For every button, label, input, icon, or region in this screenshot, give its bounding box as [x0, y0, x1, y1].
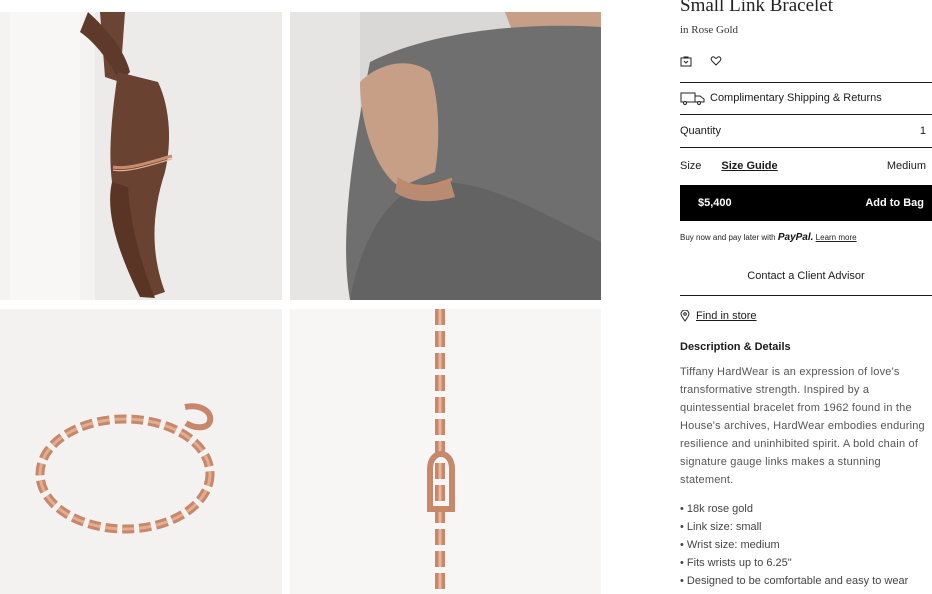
quantity-value[interactable]: 1 — [920, 125, 926, 137]
description-text: Tiffany HardWear is an expression of lov… — [680, 366, 925, 486]
list-item: • Designed to be comfortable and easy to… — [680, 575, 909, 587]
list-item: • Link size: small — [680, 521, 762, 533]
product-photo-4[interactable] — [290, 309, 601, 594]
heart-icon[interactable] — [710, 55, 722, 67]
product-title: Small Link Bracelet — [680, 0, 834, 16]
quantity-label: Quantity — [680, 125, 721, 137]
shipping-row[interactable]: Complimentary Shipping & Returns — [680, 90, 932, 106]
add-to-bag-button[interactable]: $5,400 Add to Bag — [680, 185, 932, 221]
product-photo-3[interactable] — [0, 309, 282, 594]
product-photo-1[interactable] — [0, 12, 282, 300]
product-panel: Small Link Bracelet in Rose Gold Complim… — [680, 0, 932, 594]
list-item: • Wrist size: medium — [680, 539, 780, 551]
details-list: • 18k rose gold • Link size: small • Wri… — [680, 500, 932, 590]
product-actions — [680, 55, 722, 67]
price: $5,400 — [698, 197, 732, 209]
shipping-label: Complimentary Shipping & Returns — [710, 92, 882, 104]
add-to-bag-label: Add to Bag — [865, 197, 924, 209]
quantity-row[interactable]: Quantity 1 — [680, 123, 932, 139]
product-material: in Rose Gold — [680, 24, 739, 36]
size-row: Size Size Guide Medium — [680, 158, 932, 174]
contact-advisor-button[interactable]: Contact a Client Advisor — [680, 270, 932, 282]
truck-icon — [680, 92, 705, 105]
product-photo-2[interactable] — [290, 12, 601, 300]
divider — [680, 295, 932, 296]
divider — [680, 114, 932, 115]
divider — [680, 82, 932, 83]
divider — [680, 147, 932, 148]
bag-save-icon[interactable] — [680, 55, 692, 67]
description-heading: Description & Details — [680, 341, 791, 353]
list-item: • 18k rose gold — [680, 503, 753, 515]
location-pin-icon — [680, 310, 690, 322]
find-in-store-link[interactable]: Find in store — [680, 310, 757, 322]
size-value[interactable]: Medium — [887, 160, 926, 172]
paypal-prefix: Buy now and pay later with — [680, 233, 776, 242]
paypal-note: Buy now and pay later with PayPal. Learn… — [680, 232, 857, 243]
find-in-store-label: Find in store — [696, 310, 757, 322]
paypal-learn-more-link[interactable]: Learn more — [816, 233, 857, 242]
size-guide-link[interactable]: Size Guide — [721, 160, 777, 172]
paypal-logo: PayPal. — [777, 232, 814, 243]
list-item: • Fits wrists up to 6.25" — [680, 557, 792, 569]
size-label: Size — [680, 160, 702, 172]
